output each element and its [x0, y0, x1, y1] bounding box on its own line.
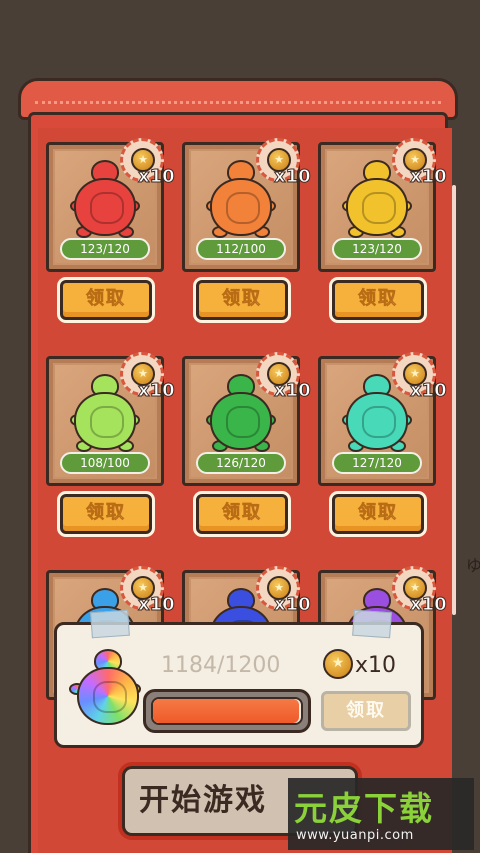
- slot-multiplier: x10: [274, 380, 312, 402]
- claim-button[interactable]: 领取: [196, 494, 288, 534]
- progress-bar-fill: [153, 699, 300, 723]
- rainbow-turtle-icon: [69, 649, 141, 727]
- slot-count: 108/100: [60, 452, 150, 474]
- game-screen: x10123/120领取x10112/100领取x10123/120领取x101…: [0, 0, 480, 853]
- coin-icon: [323, 649, 353, 679]
- slot-count: 123/120: [60, 238, 150, 260]
- tape-icon: [352, 609, 392, 639]
- panel-claim-button[interactable]: 领取: [321, 691, 411, 731]
- slot-multiplier: x10: [410, 594, 448, 616]
- watermark-logo-a: 元皮: [294, 789, 364, 828]
- slot-multiplier: x10: [138, 380, 176, 402]
- claim-button[interactable]: 领取: [60, 280, 152, 320]
- reward-multiplier: x10: [355, 653, 397, 678]
- collection-progress-bar: [143, 689, 311, 733]
- slot-count: 127/120: [332, 452, 422, 474]
- claim-button[interactable]: 领取: [60, 494, 152, 534]
- slot-count: 112/100: [196, 238, 286, 260]
- collection-progress-text: 1184/1200: [161, 653, 281, 678]
- claim-button[interactable]: 领取: [196, 280, 288, 320]
- watermark-logo-b: 下载: [364, 789, 434, 828]
- claim-button[interactable]: 领取: [332, 494, 424, 534]
- slot-multiplier: x10: [274, 166, 312, 188]
- side-hint-glyph: ゆ: [466, 556, 480, 575]
- slot-multiplier: x10: [410, 380, 448, 402]
- watermark-url: www.yuanpi.com: [296, 828, 414, 843]
- slot-count: 126/120: [196, 452, 286, 474]
- slot-multiplier: x10: [274, 594, 312, 616]
- reward-panel: 1184/1200 x10 领取: [54, 609, 424, 748]
- slot-multiplier: x10: [138, 594, 176, 616]
- slot-multiplier: x10: [410, 166, 448, 188]
- tape-icon: [90, 609, 130, 639]
- scrollbar[interactable]: [452, 185, 456, 615]
- claim-button[interactable]: 领取: [332, 280, 424, 320]
- watermark: 元皮下载 www.yuanpi.com: [288, 778, 474, 850]
- slot-count: 123/120: [332, 238, 422, 260]
- slot-multiplier: x10: [138, 166, 176, 188]
